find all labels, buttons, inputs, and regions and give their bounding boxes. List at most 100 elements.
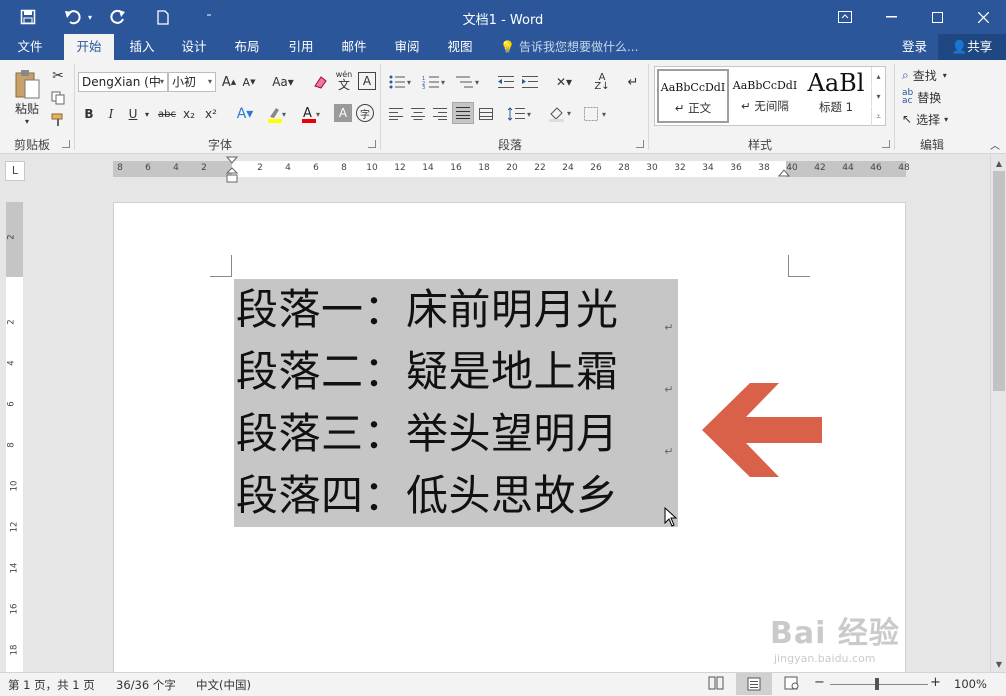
customize-qat-icon[interactable]: ⁼ bbox=[200, 6, 218, 28]
undo-dropdown-icon[interactable]: ▾ bbox=[85, 6, 95, 28]
bullets-icon[interactable]: ▾ bbox=[386, 72, 416, 92]
replace-button[interactable]: ab ac 替换 bbox=[902, 88, 964, 106]
tab-insert[interactable]: 插入 bbox=[120, 34, 164, 60]
save-icon[interactable] bbox=[16, 6, 40, 28]
tab-mailings[interactable]: 邮件 bbox=[332, 34, 376, 60]
ribbon-display-icon[interactable] bbox=[822, 0, 868, 34]
font-launcher-icon[interactable] bbox=[368, 140, 376, 148]
styles-launcher-icon[interactable] bbox=[882, 140, 890, 148]
paragraph[interactable]: 段落三：举头望明月 ↵ bbox=[234, 403, 678, 465]
underline-dropdown-icon[interactable]: ▾ bbox=[142, 104, 152, 124]
redo-icon[interactable] bbox=[106, 6, 130, 28]
copy-icon[interactable] bbox=[48, 88, 68, 108]
tell-me-box[interactable]: 💡 告诉我您想要做什么... bbox=[500, 34, 638, 60]
paragraph[interactable]: 段落四：低头思故乡 bbox=[234, 465, 678, 527]
share-button[interactable]: 👤共享 bbox=[938, 34, 1006, 60]
tab-selector-icon[interactable]: L bbox=[5, 161, 25, 181]
paragraph[interactable]: 段落一：床前明月光 ↵ bbox=[234, 279, 678, 341]
paragraph[interactable]: 段落二：疑是地上霜 ↵ bbox=[234, 341, 678, 403]
word-count[interactable]: 36/36 个字 bbox=[116, 677, 176, 693]
scroll-down-icon[interactable]: ▼ bbox=[991, 656, 1006, 672]
clipboard-launcher-icon[interactable] bbox=[62, 140, 70, 148]
font-size-combo[interactable]: 小初 ▾ bbox=[168, 72, 216, 92]
tab-references[interactable]: 引用 bbox=[279, 34, 323, 60]
grow-font-icon[interactable]: A ▲ bbox=[220, 72, 238, 92]
print-layout-icon[interactable] bbox=[736, 673, 772, 695]
close-icon[interactable] bbox=[960, 0, 1006, 34]
character-border-icon[interactable]: A bbox=[358, 72, 376, 90]
style-no-spacing[interactable]: AaBbCcDdI ↵ 无间隔 bbox=[729, 69, 801, 123]
font-color-icon[interactable]: A ▾ bbox=[298, 104, 324, 124]
highlight-icon[interactable]: ▾ bbox=[264, 104, 290, 124]
font-name-combo[interactable]: DengXian (中 ▾ bbox=[78, 72, 168, 92]
indent-markers-icon[interactable] bbox=[226, 156, 238, 184]
format-painter-icon[interactable] bbox=[48, 110, 68, 130]
undo-icon[interactable] bbox=[60, 6, 86, 28]
phonetic-guide-icon[interactable]: wén 文 bbox=[334, 68, 354, 92]
tab-design[interactable]: 设计 bbox=[172, 34, 216, 60]
multilevel-list-icon[interactable]: ▾ bbox=[454, 72, 484, 92]
gallery-down-icon[interactable]: ▾ bbox=[871, 87, 885, 106]
new-document-icon[interactable] bbox=[152, 6, 174, 28]
zoom-in-button[interactable]: + bbox=[930, 675, 941, 690]
borders-icon[interactable]: ▾ bbox=[582, 104, 612, 124]
tab-home[interactable]: 开始 bbox=[64, 34, 114, 60]
tab-file[interactable]: 文件 bbox=[8, 34, 52, 60]
strikethrough-button[interactable]: abc bbox=[156, 104, 178, 124]
scroll-thumb[interactable] bbox=[993, 171, 1005, 391]
line-spacing-icon[interactable]: ▾ bbox=[506, 104, 536, 124]
language-indicator[interactable]: 中文(中国) bbox=[196, 677, 251, 693]
right-indent-icon[interactable] bbox=[778, 166, 790, 178]
shrink-font-icon[interactable]: A ▼ bbox=[240, 72, 258, 92]
cut-icon[interactable]: ✂ bbox=[48, 66, 68, 86]
numbering-icon[interactable]: 1 2 3 ▾ bbox=[420, 72, 450, 92]
style-normal[interactable]: AaBbCcDdI ↵ 正文 bbox=[657, 69, 729, 123]
show-marks-icon[interactable]: ↵ bbox=[624, 72, 642, 92]
tab-view[interactable]: 视图 bbox=[438, 34, 482, 60]
enclose-characters-icon[interactable]: 字 bbox=[356, 104, 374, 122]
maximize-icon[interactable] bbox=[914, 0, 960, 34]
text-effects-icon[interactable]: A▾ bbox=[232, 104, 258, 124]
align-center-icon[interactable] bbox=[408, 104, 428, 124]
vertical-scrollbar[interactable]: ▲ ▼ bbox=[990, 155, 1006, 672]
gallery-more-icon[interactable]: ⩡ bbox=[871, 107, 885, 126]
zoom-level[interactable]: 100% bbox=[954, 677, 987, 691]
subscript-button[interactable]: x₂ bbox=[180, 104, 198, 124]
character-shading-icon[interactable]: A bbox=[334, 104, 352, 122]
paste-button[interactable]: 粘贴 bbox=[8, 100, 46, 116]
collapse-ribbon-icon[interactable]: ︿ bbox=[988, 138, 1002, 152]
decrease-indent-icon[interactable] bbox=[496, 72, 516, 92]
style-heading-1[interactable]: AaBl 标题 1 bbox=[801, 69, 871, 123]
zoom-slider-thumb[interactable] bbox=[875, 678, 879, 690]
read-mode-icon[interactable] bbox=[708, 676, 724, 693]
paragraph-launcher-icon[interactable] bbox=[636, 140, 644, 148]
find-button[interactable]: ⌕ 查找 ▾ bbox=[902, 66, 964, 84]
document-body[interactable]: 段落一：床前明月光 ↵ 段落二：疑是地上霜 ↵ 段落三：举头望明月 ↵ 段落四：低头思… bbox=[234, 279, 678, 527]
scroll-up-icon[interactable]: ▲ bbox=[991, 155, 1006, 171]
asian-layout-icon[interactable]: ✕▾ bbox=[550, 72, 578, 92]
document-page[interactable]: 段落一：床前明月光 ↵ 段落二：疑是地上霜 ↵ 段落三：举头望明月 ↵ 段落四：低头思… bbox=[113, 202, 906, 672]
sort-icon[interactable]: A Z↓ bbox=[592, 72, 612, 92]
web-layout-icon[interactable] bbox=[784, 676, 800, 693]
distributed-icon[interactable] bbox=[476, 104, 496, 124]
justify-icon[interactable] bbox=[452, 102, 474, 124]
change-case-icon[interactable]: Aa▾ bbox=[268, 72, 298, 92]
bold-button[interactable]: B bbox=[80, 104, 98, 124]
clear-formatting-icon[interactable] bbox=[310, 72, 330, 92]
tab-review[interactable]: 审阅 bbox=[385, 34, 429, 60]
paste-dropdown-icon[interactable]: ▾ bbox=[22, 116, 32, 126]
zoom-out-button[interactable]: − bbox=[814, 675, 825, 690]
underline-button[interactable]: U bbox=[124, 104, 142, 124]
vertical-ruler[interactable]: 2 2 4 6 8 10 12 14 16 18 bbox=[6, 202, 23, 672]
shading-icon[interactable]: ▾ bbox=[546, 104, 576, 124]
gallery-up-icon[interactable]: ▴ bbox=[871, 67, 885, 86]
zoom-slider[interactable] bbox=[830, 684, 928, 685]
align-left-icon[interactable] bbox=[386, 104, 406, 124]
italic-button[interactable]: I bbox=[102, 104, 120, 124]
tab-layout[interactable]: 布局 bbox=[225, 34, 269, 60]
minimize-icon[interactable] bbox=[868, 0, 914, 34]
increase-indent-icon[interactable] bbox=[520, 72, 540, 92]
paste-icon[interactable] bbox=[10, 66, 44, 102]
select-button[interactable]: ↖ 选择 ▾ bbox=[902, 110, 964, 128]
align-right-icon[interactable] bbox=[430, 104, 450, 124]
